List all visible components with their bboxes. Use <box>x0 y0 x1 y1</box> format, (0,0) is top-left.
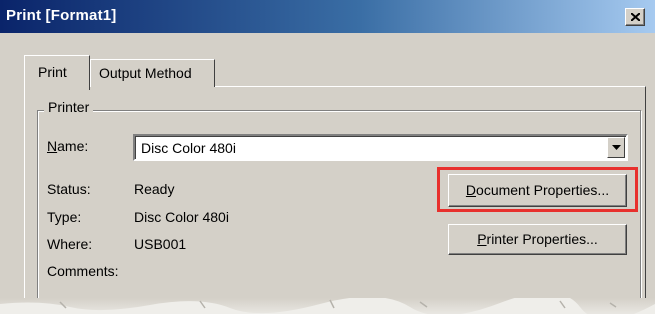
close-icon <box>631 13 640 21</box>
tab-output-method[interactable]: Output Method <box>90 59 215 87</box>
window-title: Print [Format1] <box>6 7 117 24</box>
status-label: Status: <box>47 181 91 197</box>
printer-properties-button[interactable]: Printer Properties... <box>448 224 627 255</box>
printer-group-legend: Printer <box>44 99 94 115</box>
close-button[interactable] <box>625 8 645 26</box>
status-value: Ready <box>134 181 175 197</box>
where-value: USB001 <box>134 236 187 252</box>
name-label-mnemonic: N <box>47 138 58 154</box>
printer-name-value: Disc Color 480i <box>141 140 236 156</box>
name-label: Name: <box>47 138 88 154</box>
comments-label: Comments: <box>47 263 119 279</box>
printer-properties-mnemonic: P <box>477 231 487 247</box>
tab-print[interactable]: Print <box>24 55 90 90</box>
chevron-down-icon <box>612 145 621 150</box>
printer-name-dropdown-button[interactable] <box>607 137 625 158</box>
printer-name-select[interactable]: Disc Color 480i <box>133 134 628 161</box>
printer-properties-label: rinter Properties... <box>486 231 598 247</box>
torn-edge <box>0 298 655 314</box>
tab-output-method-label: Output Method <box>99 65 192 81</box>
name-label-rest: ame: <box>57 138 89 154</box>
where-label: Where: <box>47 236 93 252</box>
print-dialog: Print [Format1] Print Output Method Prin… <box>0 0 655 314</box>
tab-print-label: Print <box>38 64 67 80</box>
highlight-box <box>437 167 638 212</box>
title-bar[interactable]: Print [Format1] <box>0 0 655 33</box>
type-value: Disc Color 480i <box>134 209 229 225</box>
type-label: Type: <box>47 209 82 225</box>
torn-edge-texture <box>0 298 655 314</box>
